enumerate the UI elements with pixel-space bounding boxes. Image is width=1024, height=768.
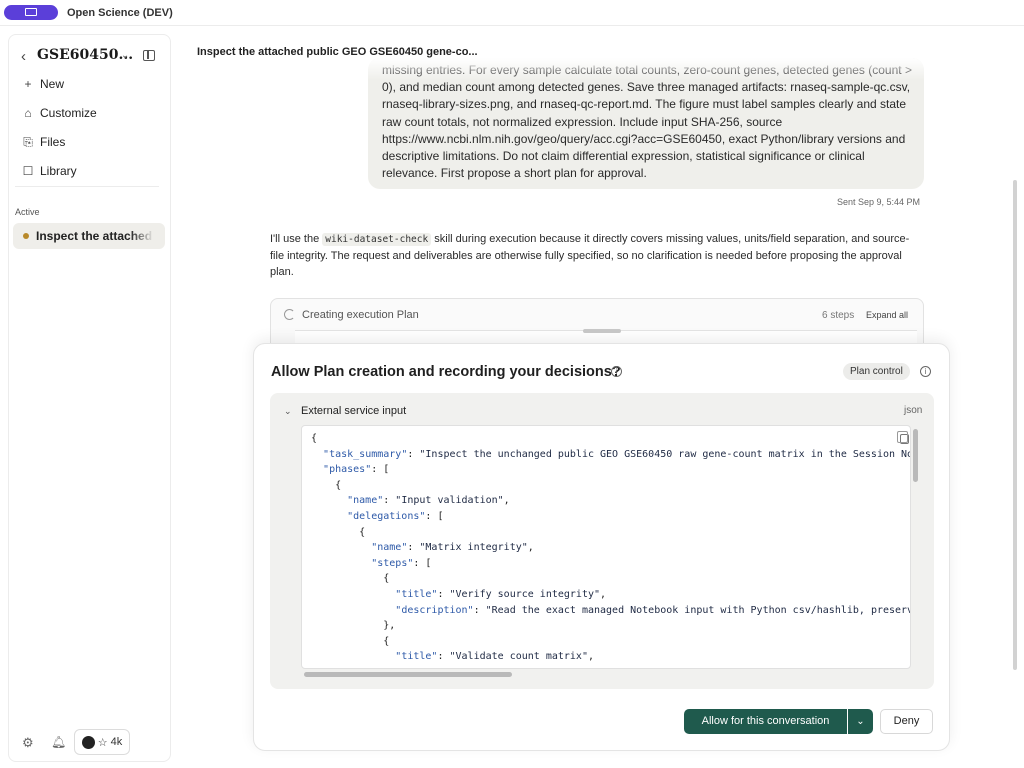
sidebar-toggle-icon[interactable] <box>143 50 155 61</box>
sidebar-item-label: New <box>40 77 65 91</box>
json-code-block[interactable]: { "task_summary": "Inspect the unchanged… <box>301 425 911 669</box>
external-service-input-panel: ⌄ External service input json { "task_su… <box>270 393 934 689</box>
sidebar-item-customize[interactable]: ⌂ Customize <box>22 104 97 122</box>
message-fade <box>368 58 924 80</box>
app-switcher-button[interactable] <box>4 5 58 20</box>
plan-status-label: Creating execution Plan <box>302 309 419 321</box>
plan-control-badge: Plan control <box>843 363 910 380</box>
sidebar-item-label: Customize <box>40 106 97 120</box>
active-section-label: Active <box>15 207 40 217</box>
project-title[interactable]: GSE60450... <box>37 47 133 63</box>
back-icon[interactable]: ‹ <box>21 48 26 65</box>
plan-step-count: 6 steps <box>822 310 855 321</box>
assistant-text-prefix: I'll use the <box>270 233 320 245</box>
sidebar-item-active-conversation[interactable]: Inspect the attached public GEO GSE60450… <box>13 223 165 249</box>
user-message-bubble: missing entries. For every sample calcul… <box>368 58 924 189</box>
sidebar: ‹ GSE60450... ⌄ + New ⌂ Customize ⎘ File… <box>8 34 171 762</box>
star-icon: ☆ <box>97 736 108 749</box>
approval-dialog: Allow Plan creation and recording your d… <box>253 343 950 751</box>
library-icon: ☐ <box>22 164 34 178</box>
skill-chip: wiki-dataset-check <box>322 233 432 246</box>
sent-timestamp: Sent Sep 9, 5:44 PM <box>837 197 921 207</box>
files-icon: ⎘ <box>23 134 33 149</box>
deny-button[interactable]: Deny <box>880 709 933 734</box>
code-horizontal-scrollbar[interactable] <box>304 672 512 677</box>
user-message-text: missing entries. For every sample calcul… <box>382 63 912 181</box>
bell-icon[interactable]: 🔔︎ <box>51 735 66 749</box>
sidebar-item-new[interactable]: + New <box>22 75 64 93</box>
customize-icon: ⌂ <box>24 106 32 120</box>
app-title: Open Science (DEV) <box>67 7 173 19</box>
info-icon[interactable]: i <box>920 366 931 377</box>
sidebar-item-files[interactable]: ⎘ Files <box>22 133 65 151</box>
sidebar-footer: ⚙ 🔔︎ ☆ 4k <box>9 729 170 757</box>
copy-icon[interactable] <box>897 431 909 444</box>
gear-icon[interactable]: ⚙ <box>22 735 34 751</box>
expand-all-button[interactable]: Expand all <box>866 310 908 320</box>
allow-options-dropdown[interactable]: ⌄ <box>848 709 873 734</box>
sidebar-item-label: Files <box>40 135 66 149</box>
plus-icon: + <box>24 77 32 91</box>
allow-for-conversation-button[interactable]: Allow for this conversation <box>684 709 847 734</box>
github-stars-count: 4k <box>110 736 123 748</box>
status-dot-icon <box>23 233 29 239</box>
json-code-text: { "task_summary": "Inspect the unchanged… <box>311 433 911 663</box>
conversation-title: Inspect the attached public GEO GSE60450… <box>197 46 478 58</box>
monitor-icon <box>25 8 37 16</box>
main-scrollbar[interactable] <box>1013 180 1017 670</box>
spinner-icon <box>284 309 295 320</box>
approval-title: Allow Plan creation and recording your d… <box>271 364 621 380</box>
chevron-down-icon[interactable]: ⌄ <box>121 50 129 61</box>
github-stars-button[interactable]: ☆ 4k <box>74 729 130 755</box>
format-label: json <box>904 405 923 416</box>
info-icon[interactable]: i <box>611 366 622 377</box>
code-vertical-scrollbar[interactable] <box>913 429 918 482</box>
sidebar-divider <box>15 186 159 187</box>
github-icon <box>81 735 95 749</box>
chevron-down-icon: ⌄ <box>856 716 865 727</box>
active-conversation-label: Inspect the attached public GEO GSE60450… <box>36 229 154 243</box>
sidebar-item-library[interactable]: ☐ Library <box>22 162 77 180</box>
sidebar-header: ‹ GSE60450... ⌄ <box>9 45 170 69</box>
assistant-message: I'll use the wiki-dataset-check skill du… <box>270 231 920 280</box>
chevron-down-icon[interactable]: ⌄ <box>284 406 292 417</box>
external-service-label[interactable]: External service input <box>301 405 406 417</box>
sidebar-item-label: Library <box>40 164 77 178</box>
drag-handle[interactable] <box>583 329 621 333</box>
top-bar: Open Science (DEV) <box>0 0 1024 26</box>
